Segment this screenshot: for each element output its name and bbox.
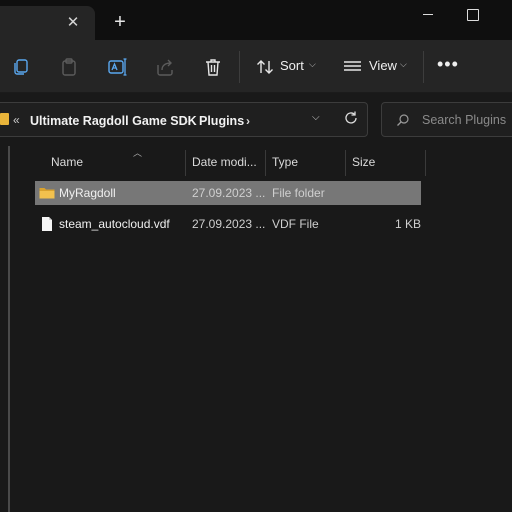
- sort-ascending-icon: ︿: [133, 148, 143, 158]
- share-icon[interactable]: [154, 56, 176, 78]
- folder-icon: [0, 113, 9, 125]
- more-icon[interactable]: •••: [437, 55, 459, 73]
- explorer-tab[interactable]: ✕: [0, 6, 95, 40]
- view-chevron-icon: ⌵: [400, 59, 407, 69]
- search-box[interactable]: Search Plugins: [381, 102, 512, 137]
- minimize-button[interactable]: [418, 7, 438, 23]
- file-name[interactable]: MyRagdoll: [59, 186, 116, 200]
- view-icon[interactable]: [342, 56, 364, 78]
- refresh-icon[interactable]: [343, 110, 359, 126]
- file-row[interactable]: steam_autocloud.vdf 27.09.2023 ... VDF F…: [35, 212, 421, 236]
- delete-icon[interactable]: [202, 56, 224, 78]
- breadcrumb-item[interactable]: Plugins: [199, 114, 244, 128]
- toolbar-separator: [423, 51, 424, 83]
- maximize-button[interactable]: [462, 7, 482, 23]
- column-divider[interactable]: [345, 150, 346, 176]
- sort-chevron-icon: ⌵: [309, 59, 316, 69]
- command-bar: Sort ⌵ View ⌵ •••: [0, 40, 512, 93]
- navigation-scrollbar[interactable]: [8, 146, 10, 512]
- navigation-pane: [0, 146, 22, 512]
- column-divider[interactable]: [185, 150, 186, 176]
- paste-icon[interactable]: [58, 56, 80, 78]
- file-date: 27.09.2023 ...: [192, 217, 266, 231]
- folder-icon: [39, 185, 55, 201]
- column-divider[interactable]: [265, 150, 266, 176]
- toolbar-separator: [239, 51, 240, 83]
- column-date-modified[interactable]: Date modi...: [192, 155, 257, 169]
- column-name[interactable]: Name: [51, 155, 83, 169]
- column-size[interactable]: Size: [352, 155, 375, 169]
- rename-icon[interactable]: [106, 56, 128, 78]
- breadcrumb-chevron-icon[interactable]: ›: [184, 114, 188, 128]
- close-tab-icon[interactable]: ✕: [64, 14, 82, 32]
- sort-icon[interactable]: [254, 56, 276, 78]
- file-row[interactable]: MyRagdoll 27.09.2023 ... File folder: [35, 181, 421, 205]
- column-divider[interactable]: [425, 150, 426, 176]
- title-bar: ✕ +: [0, 0, 512, 40]
- file-date: 27.09.2023 ...: [192, 186, 266, 200]
- column-header: ︿ Name Date modi... Type Size: [22, 146, 512, 176]
- breadcrumb-item[interactable]: Ultimate Ragdoll Game SDK: [30, 114, 197, 128]
- search-icon: [396, 113, 410, 127]
- view-button[interactable]: View: [369, 58, 397, 73]
- column-type[interactable]: Type: [272, 155, 298, 169]
- file-name[interactable]: steam_autocloud.vdf: [59, 217, 170, 231]
- breadcrumb-chevron-icon[interactable]: ›: [246, 114, 250, 128]
- file-size: 1 KB: [395, 217, 422, 231]
- file-type: VDF File: [272, 217, 319, 231]
- file-icon: [39, 216, 55, 232]
- address-row: « Ultimate Ragdoll Game SDK › Plugins › …: [0, 94, 512, 146]
- search-input[interactable]: Search Plugins: [422, 113, 506, 127]
- new-tab-button[interactable]: +: [110, 12, 130, 32]
- sort-button[interactable]: Sort: [280, 58, 304, 73]
- breadcrumb-overflow-icon[interactable]: «: [13, 113, 20, 127]
- copy-icon[interactable]: [10, 56, 32, 78]
- file-type: File folder: [272, 186, 325, 200]
- address-dropdown-icon[interactable]: ⌵: [312, 112, 320, 123]
